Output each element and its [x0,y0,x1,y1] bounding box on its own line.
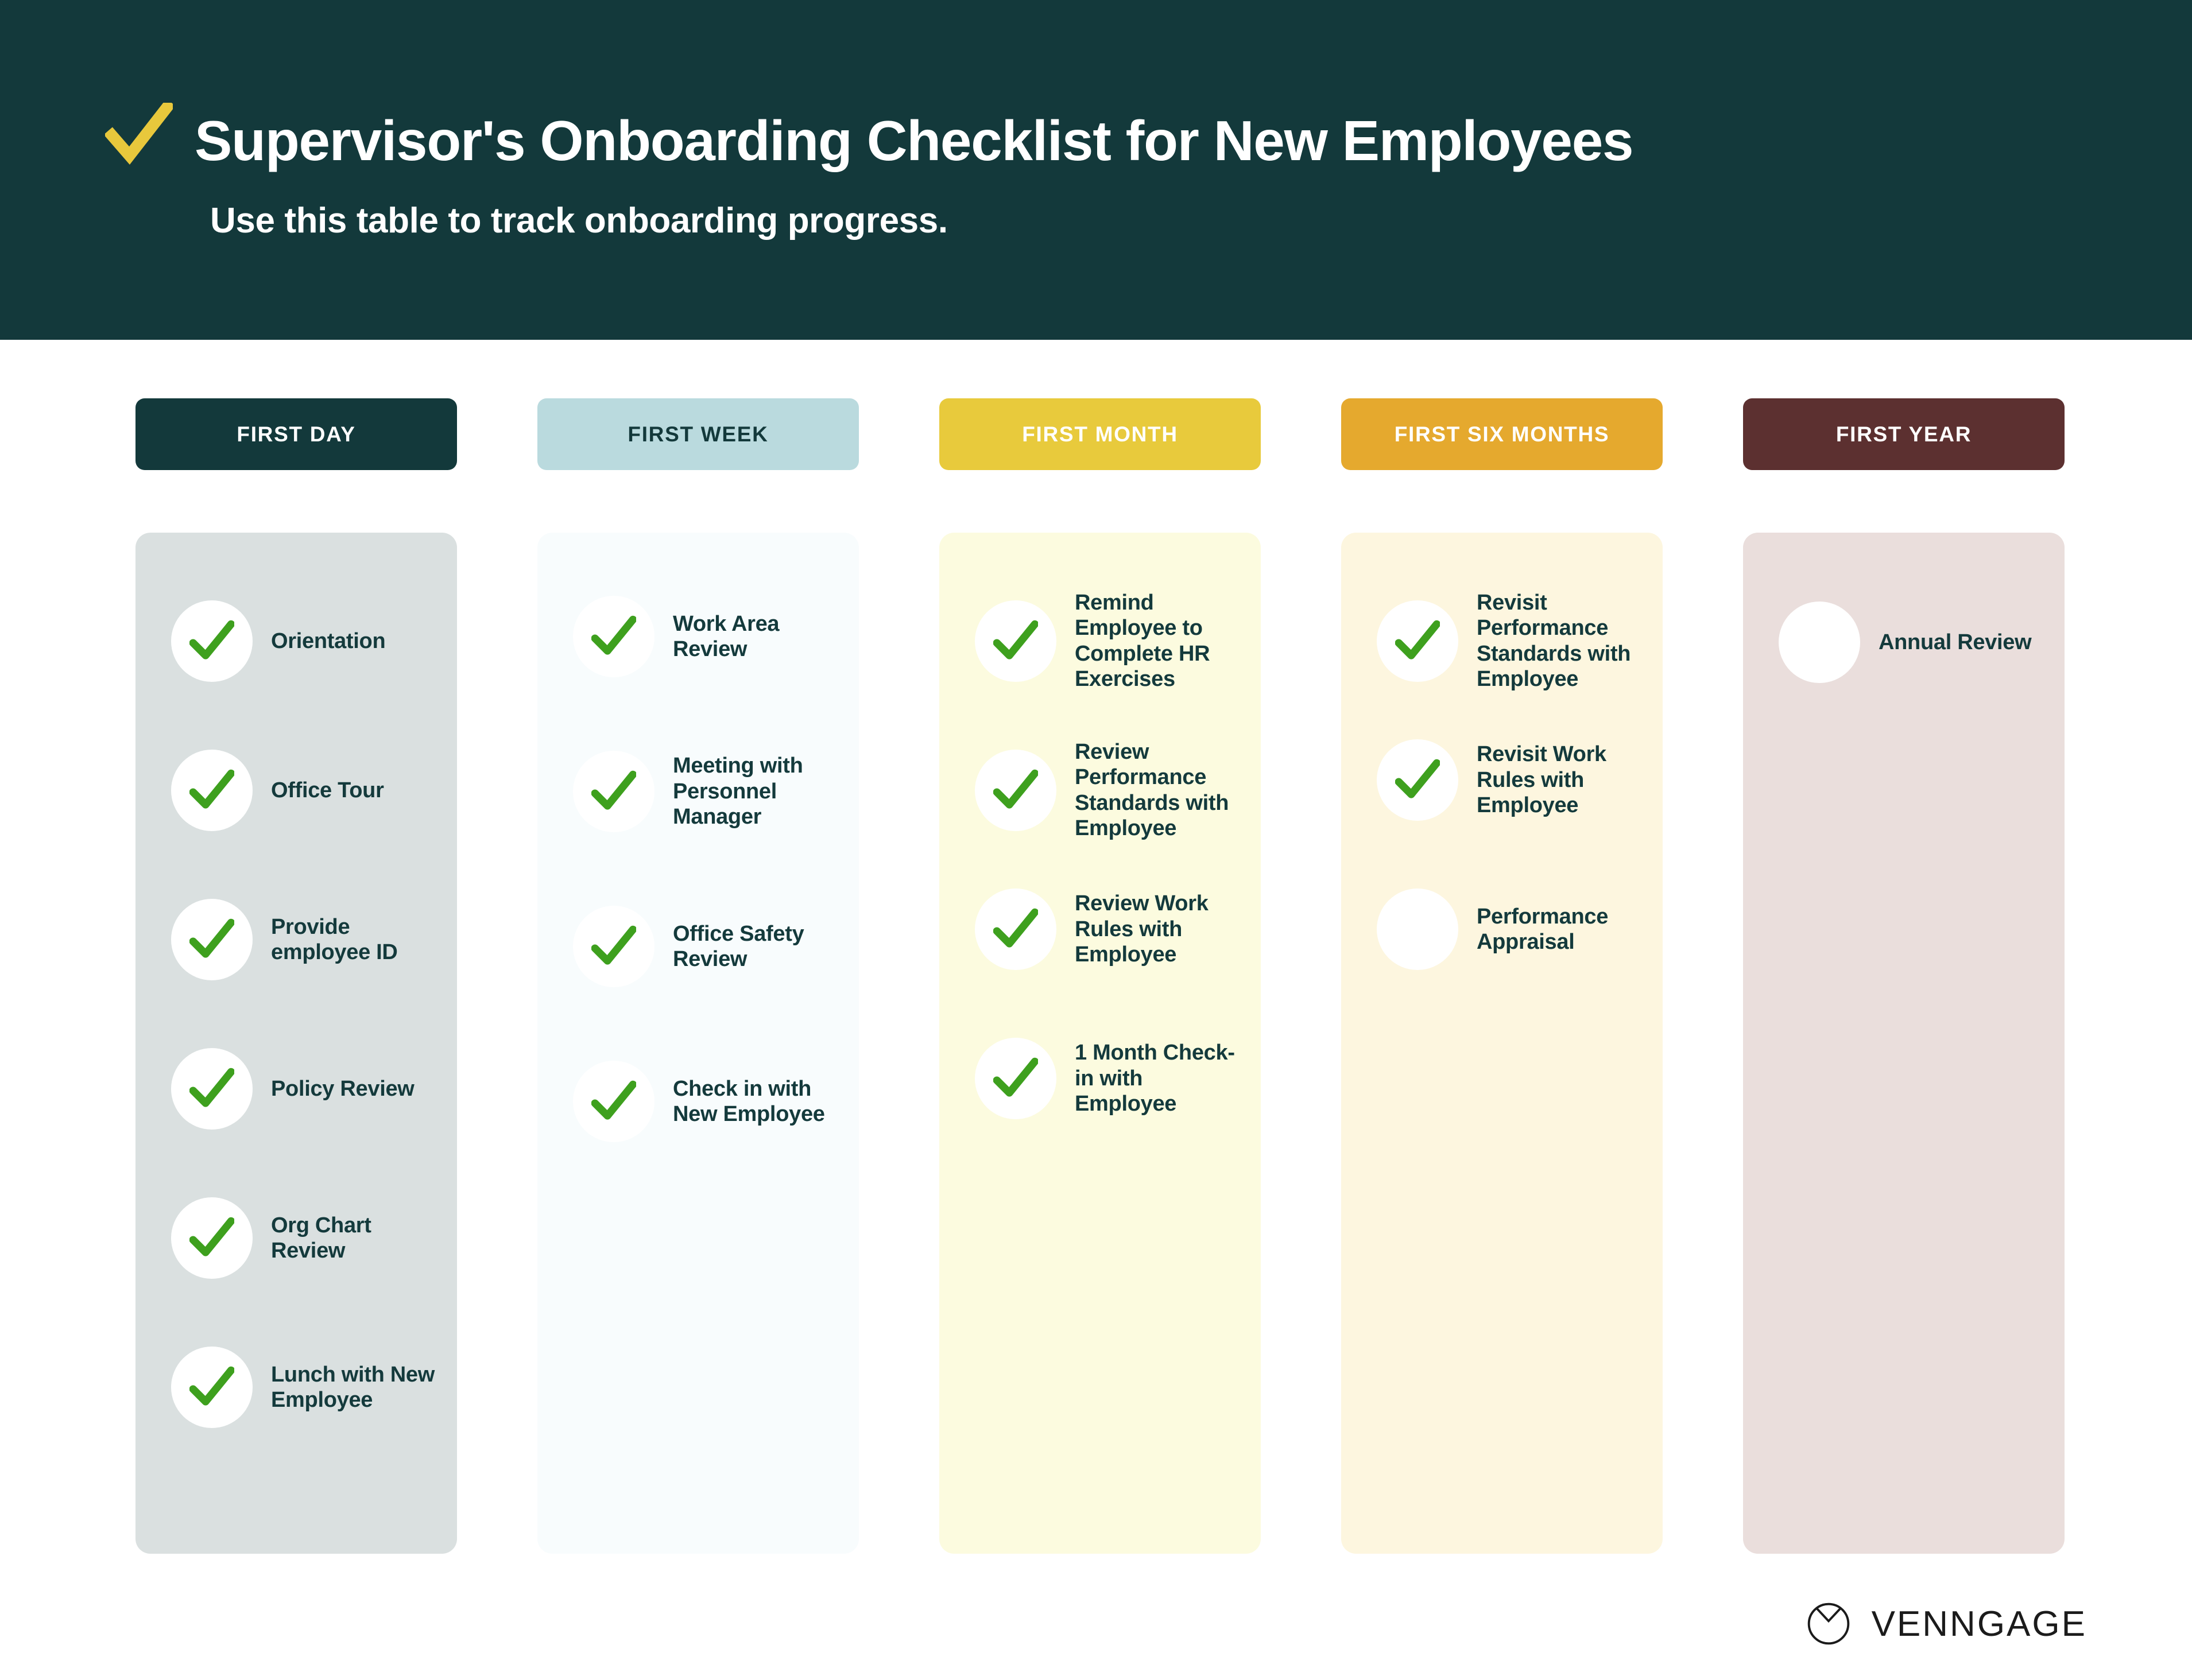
checklist-item-label: Review Work Rules with Employee [1075,891,1209,967]
column-header-label: FIRST MONTH [1022,422,1178,446]
column-header[interactable]: FIRST MONTH [939,398,1261,470]
venngage-logo-icon [1807,1603,1849,1645]
checkbox-checked[interactable] [975,889,1056,970]
checklist-item-label: Revisit Performance Standards with Emplo… [1477,591,1631,692]
check-icon [1395,620,1440,659]
column-header-label: FIRST YEAR [1835,422,1972,446]
checklist-item[interactable]: Performance Appraisal [1377,889,1664,970]
column-body: Annual Review [1743,533,2065,1554]
checklist-item-label: Org Chart Review [271,1213,371,1263]
checklist-item[interactable]: Policy Review [171,1048,458,1130]
checklist-item[interactable]: Office Tour [171,750,458,831]
check-icon [105,102,173,165]
checklist-item-label: Meeting with Personnel Manager [673,754,803,829]
checklist-item-label: Policy Review [271,1076,415,1101]
check-icon [591,615,636,655]
checklist-item-label: Remind Employee to Complete HR Exercises [1075,591,1210,692]
checkbox-unchecked[interactable] [1779,602,1860,683]
check-icon [189,1366,234,1406]
infographic-page: Supervisor's Onboarding Checklist for Ne… [0,0,2192,1680]
checklist-item-label: Office Tour [271,778,384,802]
checkbox-checked[interactable] [171,750,253,831]
checklist-board: FIRST DAY Orientation Office Tour Provide e… [0,340,2192,1680]
checklist-item[interactable]: 1 Month Check-in with Employee [975,1038,1262,1119]
column-body: Work Area Review Meeting with Personnel M… [537,533,859,1554]
checkbox-checked[interactable] [171,1048,253,1130]
column-body: Remind Employee to Complete HR Exercises… [939,533,1261,1554]
checklist-item-label: Work Area Review [673,611,780,661]
page-title: Supervisor's Onboarding Checklist for Ne… [195,109,1634,173]
checklist-item[interactable]: Remind Employee to Complete HR Exercises [975,590,1262,692]
checklist-item-label: Provide employee ID [271,914,398,964]
checklist-item[interactable]: Org Chart Review [171,1197,458,1279]
column-header-label: FIRST WEEK [628,422,769,446]
checkbox-checked[interactable] [171,1347,253,1428]
checkbox-checked[interactable] [573,1061,654,1142]
checkbox-checked[interactable] [171,899,253,980]
checkbox-checked[interactable] [1377,600,1458,682]
checklist-item[interactable]: Work Area Review [573,596,860,677]
column-body: Orientation Office Tour Provide employee I… [135,533,457,1554]
checklist-item[interactable]: Check in with New Employee [573,1061,860,1142]
check-icon [189,918,234,958]
checklist-item-label: Performance Appraisal [1477,904,1609,954]
checklist-item-label: Review Performance Standards with Employ… [1075,740,1229,841]
checklist-item-label: Revisit Work Rules with Employee [1477,742,1606,818]
check-icon [591,925,636,965]
checkbox-checked[interactable] [171,1197,253,1279]
checklist-item[interactable]: Orientation [171,600,458,682]
checklist-item[interactable]: Meeting with Personnel Manager [573,751,860,832]
checkbox-checked[interactable] [171,600,253,682]
checkbox-checked[interactable] [975,600,1056,682]
check-icon [189,1068,234,1107]
checklist-item-label: Office Safety Review [673,921,804,971]
column-body: Revisit Performance Standards with Emplo… [1341,533,1663,1554]
check-icon [993,1057,1038,1097]
checklist-item-label: Annual Review [1879,630,2032,654]
check-icon [993,908,1038,948]
checklist-item-label: Check in with New Employee [673,1076,825,1126]
column-header[interactable]: FIRST YEAR [1743,398,2065,470]
checkbox-checked[interactable] [573,596,654,677]
column-header[interactable]: FIRST DAY [135,398,457,470]
checkbox-checked[interactable] [975,749,1056,831]
check-icon [189,1217,234,1256]
header-banner: Supervisor's Onboarding Checklist for Ne… [0,0,2192,340]
checklist-item[interactable]: Review Work Rules with Employee [975,889,1262,970]
check-icon [189,620,234,659]
check-icon [591,770,636,810]
checkbox-checked[interactable] [573,751,654,832]
checkbox-unchecked[interactable] [1377,889,1458,970]
checklist-item[interactable]: Revisit Performance Standards with Emplo… [1377,590,1664,692]
venngage-wordmark: VENNGAGE [1871,1604,2087,1644]
checklist-item[interactable]: Provide employee ID [171,899,458,980]
checklist-item[interactable]: Lunch with New Employee [171,1347,458,1428]
checkbox-checked[interactable] [573,906,654,987]
checklist-item-label: Lunch with New Employee [271,1362,435,1412]
column-header-label: FIRST DAY [237,422,356,446]
checklist-item[interactable]: Annual Review [1779,602,2066,683]
checklist-item[interactable]: Review Performance Standards with Employ… [975,739,1262,841]
check-icon [993,769,1038,809]
column-header[interactable]: FIRST SIX MONTHS [1341,398,1663,470]
checklist-item-label: Orientation [271,628,386,653]
checklist-item[interactable]: Revisit Work Rules with Employee [1377,739,1664,821]
check-icon [1395,759,1440,798]
title-row: Supervisor's Onboarding Checklist for Ne… [105,102,2192,175]
check-icon [993,620,1038,659]
venngage-logo: VENNGAGE [1806,1601,2087,1646]
checkbox-checked[interactable] [1377,739,1458,821]
checkbox-checked[interactable] [975,1038,1056,1119]
check-icon [591,1080,636,1120]
check-icon [189,769,234,809]
page-subtitle: Use this table to track onboarding progr… [210,200,948,240]
column-header[interactable]: FIRST WEEK [537,398,859,470]
column-header-label: FIRST SIX MONTHS [1394,422,1610,446]
checklist-item-label: 1 Month Check-in with Employee [1075,1041,1235,1116]
checklist-item[interactable]: Office Safety Review [573,906,860,987]
